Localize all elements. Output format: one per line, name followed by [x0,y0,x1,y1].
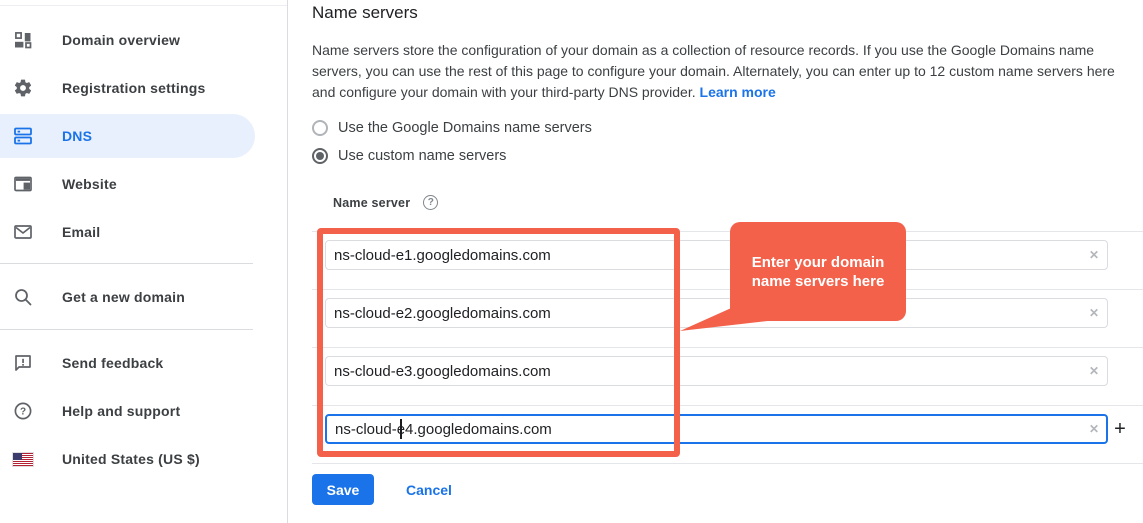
radio-custom-name-servers[interactable]: Use custom name servers [312,146,506,166]
us-flag-icon [13,449,33,469]
learn-more-link[interactable]: Learn more [700,84,776,100]
radio-label: Use the Google Domains name servers [338,120,592,136]
text-cursor [400,419,402,439]
description-text: Name servers store the configuration of … [312,40,1136,103]
row-separator [312,405,1143,406]
name-server-row-4: ✕ [325,414,1108,444]
sidebar-item-label: Email [62,224,100,240]
row-separator [312,347,1143,348]
sidebar-item-dns[interactable]: DNS [0,114,255,158]
sidebar-item-registration-settings[interactable]: Registration settings [0,64,287,112]
radio-selected-icon[interactable] [312,148,328,164]
name-server-input-3[interactable] [325,356,1108,386]
save-button[interactable]: Save [312,474,374,505]
search-icon [13,287,33,307]
cancel-button[interactable]: Cancel [394,474,464,505]
sidebar-item-help-support[interactable]: ? Help and support [0,387,287,435]
sidebar-item-email[interactable]: Email [0,208,287,256]
sidebar-item-label: DNS [62,128,92,144]
row-separator [312,463,1143,464]
domain-overview-icon [13,30,33,50]
row-separator [312,289,1143,290]
radio-unselected-icon[interactable] [312,120,328,136]
website-icon [13,174,33,194]
sidebar-item-label: Website [62,176,117,192]
clear-input-icon[interactable]: ✕ [1089,307,1099,319]
sidebar-item-label: Domain overview [62,32,180,48]
sidebar-item-website[interactable]: Website [0,160,287,208]
name-server-row-3: ✕ [325,356,1108,386]
dns-icon [13,126,33,146]
feedback-icon [13,353,33,373]
sidebar-item-get-new-domain[interactable]: Get a new domain [0,273,287,321]
name-server-row-2: ✕ [325,298,1108,328]
name-server-field-header: Name server ? [333,195,438,210]
name-server-column-label: Name server [333,196,410,210]
help-icon: ? [13,401,33,421]
sidebar-item-label: United States (US $) [62,451,200,467]
sidebar: Domain overview Registration settings DN… [0,0,288,523]
help-question-icon[interactable]: ? [423,195,438,210]
sidebar-item-label: Registration settings [62,80,205,96]
email-icon [13,222,33,242]
svg-text:?: ? [20,407,26,418]
gear-icon [13,78,33,98]
sidebar-divider [0,263,253,264]
sidebar-item-domain-overview[interactable]: Domain overview [0,16,287,64]
row-separator [312,231,1143,232]
sidebar-item-send-feedback[interactable]: Send feedback [0,339,287,387]
name-server-input-4[interactable] [325,414,1108,444]
name-server-input-2[interactable] [325,298,1108,328]
clear-input-icon[interactable]: ✕ [1089,423,1099,435]
clear-input-icon[interactable]: ✕ [1089,249,1099,261]
annotation-callout: Enter your domain name servers here [730,222,906,321]
clear-input-icon[interactable]: ✕ [1089,365,1099,377]
sidebar-item-label: Get a new domain [62,289,185,305]
add-name-server-button[interactable]: + [1107,416,1133,442]
radio-google-name-servers[interactable]: Use the Google Domains name servers [312,118,592,138]
radio-label: Use custom name servers [338,148,506,164]
sidebar-item-label: Help and support [62,403,180,419]
name-server-row-1: ✕ [325,240,1108,270]
sidebar-divider [0,329,253,330]
dns-name-servers-panel: Name servers Name servers store the conf… [288,0,1143,523]
sidebar-item-country-currency[interactable]: United States (US $) [0,435,287,483]
name-server-input-1[interactable] [325,240,1108,270]
page-title: Name servers [312,3,418,23]
google-domains-dns-page: Domain overview Registration settings DN… [0,0,1143,523]
sidebar-item-label: Send feedback [62,355,163,371]
